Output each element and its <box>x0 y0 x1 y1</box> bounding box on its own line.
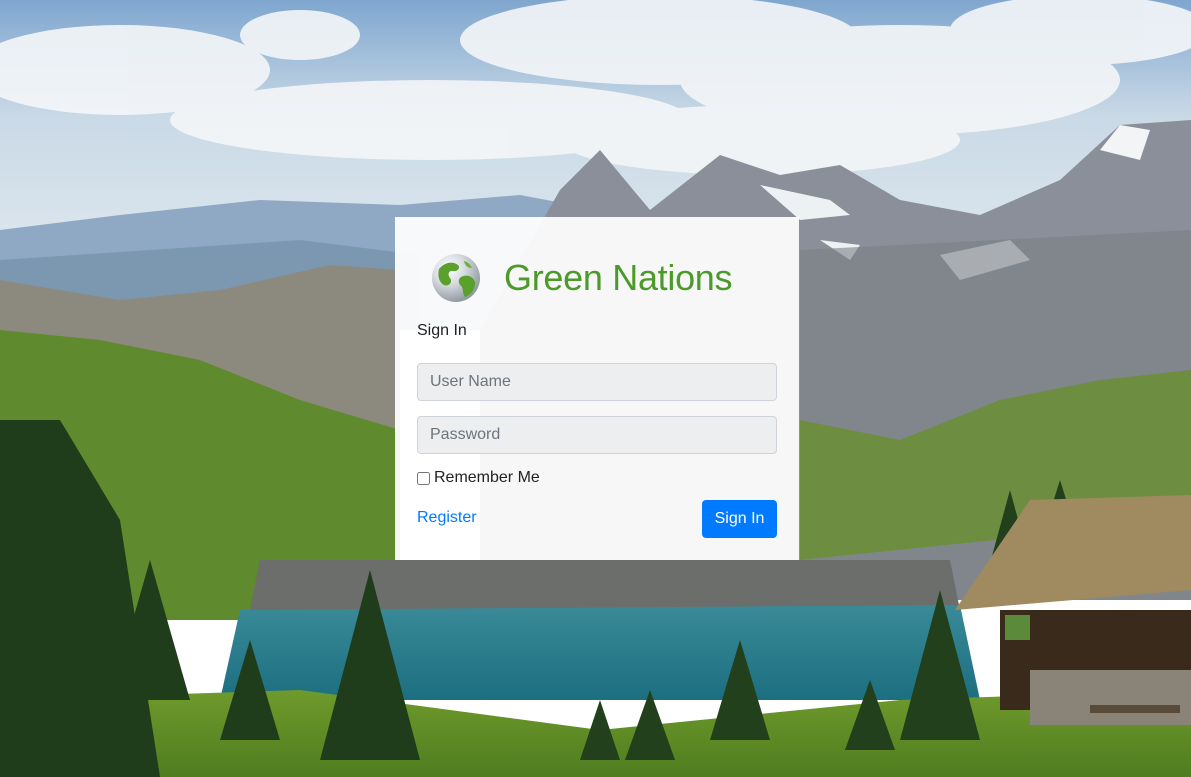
register-link[interactable]: Register <box>417 509 477 527</box>
brand-name: Green Nations <box>504 257 733 298</box>
login-card: Green Nations Sign In Remember Me Regist… <box>395 217 799 560</box>
username-input[interactable] <box>417 363 777 401</box>
page-title: Sign In <box>417 322 467 339</box>
remember-me-label: Remember Me <box>434 469 540 486</box>
globe-icon <box>432 254 480 302</box>
brand-logo: Green Nations <box>431 253 733 303</box>
password-input[interactable] <box>417 416 777 454</box>
sign-in-button[interactable]: Sign In <box>702 500 777 538</box>
remember-me[interactable]: Remember Me <box>417 469 540 487</box>
remember-me-checkbox[interactable] <box>417 471 430 485</box>
